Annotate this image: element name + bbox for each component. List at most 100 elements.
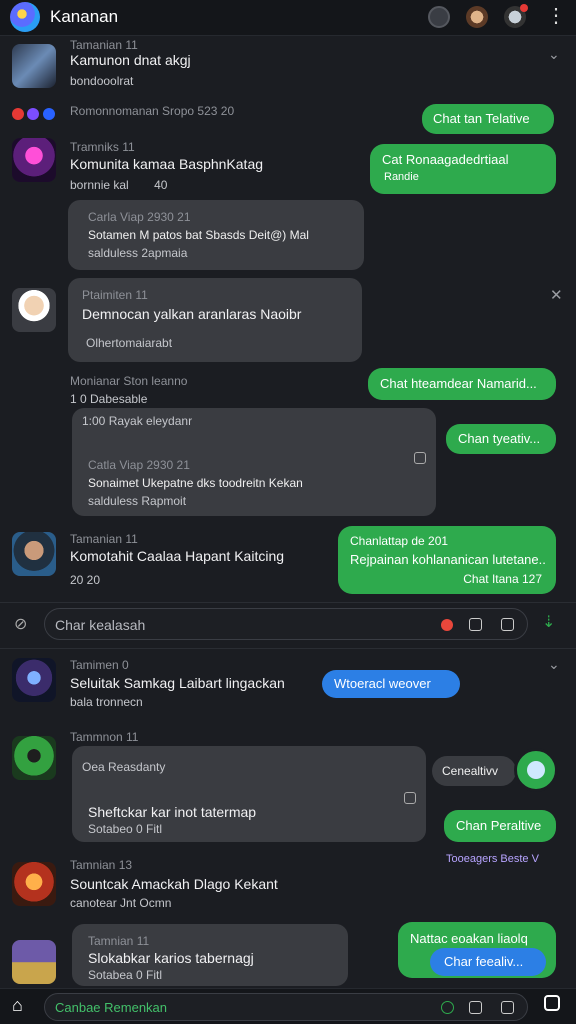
chat-subtext: bornnie kal 40 (70, 178, 167, 192)
reply-chip[interactable]: Cenealtivv (432, 756, 516, 786)
divider (0, 648, 576, 649)
quote-line: Sotabeo 0 Fitl (88, 822, 163, 836)
chat-message: Komotahit Caalaa Hapant Kaitcing (70, 548, 285, 564)
sender-name: Tamanian 11 (70, 38, 138, 52)
avatar[interactable] (12, 940, 56, 984)
avatar[interactable] (12, 288, 56, 332)
quoted-message[interactable]: Carla Viap 2930 21 Sotamen M patos bat S… (68, 200, 364, 270)
sent-message[interactable]: Chanlattap de 201 Rejpainan kohlananican… (338, 526, 556, 594)
received-message[interactable]: Tamnian 11 Slokabkar karios tabernagj So… (72, 924, 348, 986)
quote-header: 1:00 Rayak eleydanr (82, 414, 193, 428)
sender-name: Tramniks 11 (70, 140, 135, 154)
avatar[interactable] (12, 138, 56, 182)
sender-name: Tamnian 11 (88, 934, 150, 948)
pill-text: Wtoeracl weover (334, 676, 431, 691)
chat-subtext: Sotabea 0 Fitl (88, 968, 163, 982)
avatar[interactable] (12, 736, 56, 780)
sent-text: Chan tyeativ... (458, 431, 541, 446)
pill-text: Char feealiv... (444, 954, 524, 969)
counts: 20 20 (70, 573, 101, 587)
sent-message[interactable]: Chan Peraltive (444, 810, 556, 842)
sent-text: Chat tan Telative (433, 111, 530, 126)
emoji-icon[interactable] (441, 1001, 454, 1014)
counts: 1 0 Dabesable (70, 392, 148, 406)
assistant-icon[interactable] (514, 748, 558, 792)
sent-message[interactable]: Chat hteamdear Namarid... (368, 368, 556, 400)
heart-icon (12, 107, 24, 120)
received-message[interactable]: Ptaimiten 11 Demnocan yalkan aranlaras N… (68, 278, 362, 362)
shield-icon[interactable] (544, 995, 560, 1011)
quote-header: Oea Reasdanty (82, 760, 166, 774)
sent-timestamp: Chat Itana 127 (463, 572, 542, 586)
sticker-icon[interactable] (501, 1001, 514, 1014)
expand-icon[interactable] (414, 452, 426, 464)
chat-subtext: Olhertomaiarabt (86, 336, 173, 350)
app-logo-icon (10, 2, 40, 32)
reaction-pill[interactable]: Wtoeracl weover (322, 670, 460, 698)
chat-subtext: bondooolrat (70, 74, 134, 88)
sender-name: Tammnon 11 (70, 730, 139, 744)
composer-input[interactable]: Canbae Remenkan (44, 993, 528, 1021)
send-icon[interactable]: ⇣ (542, 612, 555, 632)
close-icon[interactable]: ✕ (550, 286, 563, 304)
chat-subtext: bala tronnecn (70, 695, 143, 709)
sent-text: Chan Peraltive (456, 818, 542, 833)
group-label: Romonnomanan Sropo 523 20 (70, 104, 235, 118)
sent-text: Cat Ronaagadedrtiaal (382, 152, 509, 167)
divider (0, 602, 576, 603)
count: 40 (154, 178, 168, 192)
sender-name: Tamnian 13 (70, 858, 133, 872)
input-placeholder: Canbae Remenkan (55, 1000, 168, 1015)
sender-name: Tamimen 0 (70, 658, 129, 672)
sent-message[interactable]: Cat Ronaagadedrtiaal Randie (370, 144, 556, 194)
attach-icon[interactable]: ⊘ (14, 614, 27, 634)
avatar[interactable] (12, 862, 56, 906)
chat-message: Komunita kamaa BasphnKatag (70, 156, 264, 172)
sub-text: bornnie kal (70, 178, 129, 192)
quote-author: Catla Viap 2930 21 (88, 458, 190, 472)
top-bar: Kananan ⋮ (0, 0, 576, 36)
sent-message[interactable]: Chan tyeativ... (446, 424, 556, 454)
reaction-pill[interactable]: Char feealiv... (430, 948, 546, 976)
chat-message: Sountcak Amackah Dlago Kekant (70, 876, 278, 892)
input-placeholder: Char kealasah (55, 617, 146, 633)
expand-icon[interactable] (404, 792, 416, 804)
group-label: Monianar Ston leanno (70, 374, 188, 388)
chat-subtext: canotear Jnt Ocmn (70, 896, 172, 910)
quote-line: salduless Rapmoit (88, 494, 187, 508)
status-row: Tooeagers Beste V (446, 853, 539, 865)
quote-line: salduless 2apmaia (88, 246, 188, 260)
chevron-down-icon[interactable]: ⌄ (548, 46, 560, 63)
chat-message: Demnocan yalkan aranlaras Naoibr (82, 306, 302, 322)
sent-subtext: Randie (384, 171, 419, 183)
quoted-message[interactable]: 1:00 Rayak eleydanr Catla Viap 2930 21 S… (72, 408, 436, 516)
sender-name: Tamanian 11 (70, 532, 138, 546)
notifications-icon[interactable] (504, 4, 528, 28)
quoted-message[interactable]: Oea Reasdanty Sheftckar kar inot taterma… (72, 746, 426, 842)
quote-line: Sotamen M patos bat Sbasds Deit@) Mal (88, 228, 309, 242)
quote-author: Carla Viap 2930 21 (88, 210, 191, 224)
home-icon[interactable]: ⌂ (12, 995, 23, 1016)
sent-text: Rejpainan kohlananican lutetane.. (350, 552, 546, 567)
avatar[interactable] (12, 658, 56, 702)
media-icon[interactable] (469, 618, 482, 631)
chat-message: Seluitak Samkag Laibart lingackan (70, 675, 285, 691)
quote-line: Sonaimet Ukepatne dks toodreitn Kekan (88, 476, 303, 490)
avatar[interactable] (12, 44, 56, 88)
status-icon[interactable] (428, 6, 450, 28)
sent-text: Chat hteamdear Namarid... (380, 376, 537, 391)
more-menu-icon[interactable]: ⋮ (546, 4, 566, 28)
chevron-down-icon[interactable]: ⌄ (548, 656, 560, 673)
sticker-icon[interactable] (501, 618, 514, 631)
sent-message[interactable]: Chat tan Telative (422, 104, 554, 134)
sent-text: Chanlattap de 201 (350, 534, 449, 548)
chat-message: Slokabkar karios tabernagj (88, 950, 254, 966)
sender-name: Ptaimiten 11 (82, 288, 148, 302)
reply-text: Cenealtivv (442, 764, 499, 778)
emoji-icon[interactable] (441, 619, 453, 631)
chat-message: Kamunon dnat akgj (70, 52, 191, 68)
media-icon[interactable] (469, 1001, 482, 1014)
profile-avatar[interactable] (466, 6, 488, 28)
avatar[interactable] (12, 532, 56, 576)
message-input[interactable]: Char kealasah (44, 608, 528, 640)
